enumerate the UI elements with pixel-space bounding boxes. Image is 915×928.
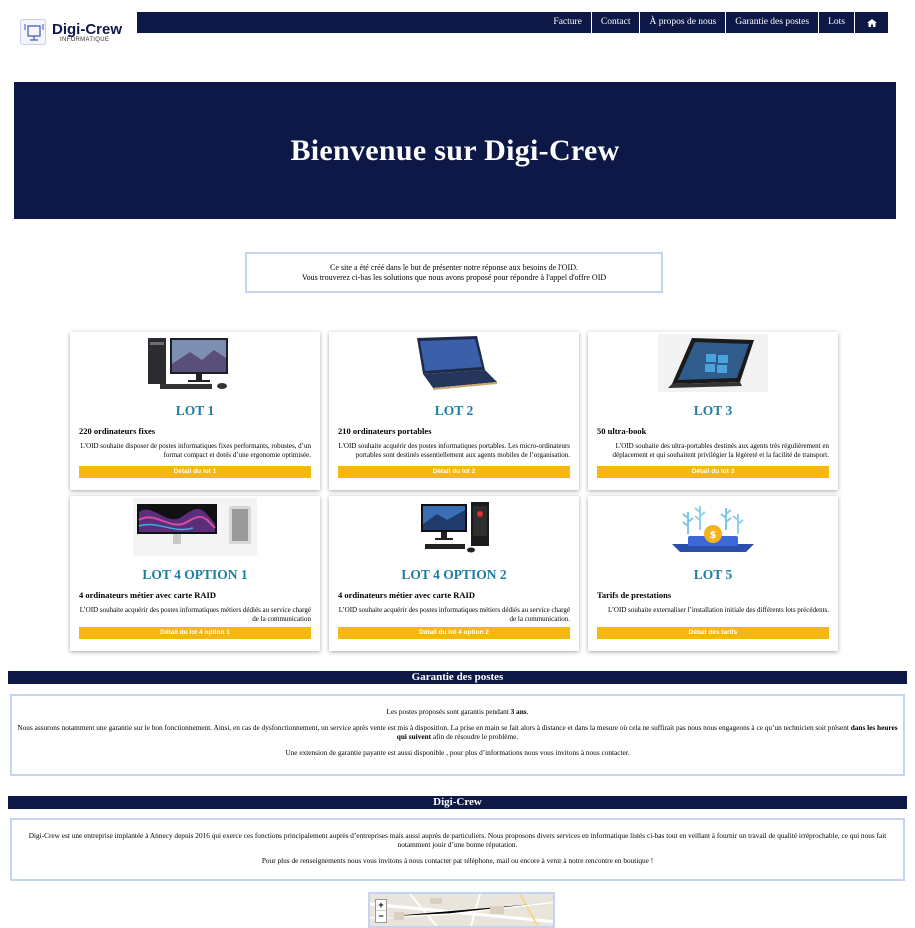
intro-box: Ce site a été créé dans le but de présen… <box>245 252 663 293</box>
lot-card-4: LOT 4 OPTION 1 4 ordinateurs métier avec… <box>70 496 320 651</box>
pricing-image: $ <box>672 506 754 552</box>
workstation-image <box>133 498 257 556</box>
lot-4-option-2-detail-button[interactable]: Détail du lot 4 option 2 <box>338 627 570 639</box>
lot-title: LOT 3 <box>693 403 733 418</box>
lot-card-6: $ LOT 5 Tarifs de prestations L’OID souh… <box>588 496 838 651</box>
logo-icon <box>20 19 46 45</box>
lot-description: L'OID souhaite acquérir des postes infor… <box>338 442 570 459</box>
about-paragraph-2: Pour plus de renseignements nous vous in… <box>261 856 654 865</box>
lot-card-5: LOT 4 OPTION 2 4 ordinateurs métier avec… <box>329 496 579 651</box>
lot-2-detail-button[interactable]: Détail du lot 2 <box>338 466 570 478</box>
lot-3-detail-button[interactable]: Détail du lot 3 <box>597 466 829 478</box>
lot-card-2: LOT 2 210 ordinateurs portables L'OID so… <box>329 332 579 490</box>
map-tiles <box>370 894 553 926</box>
nav-item-garantie[interactable]: Garantie des postes <box>725 12 818 33</box>
zoom-in-button[interactable]: + <box>376 900 386 911</box>
main-navbar: Facture Contact À propos de nous Garanti… <box>137 12 888 33</box>
ultrabook-image <box>658 334 768 392</box>
lot-subtitle: 4 ordinateurs métier avec carte RAID <box>79 590 216 600</box>
desktop-computer-image <box>148 338 228 389</box>
location-map[interactable]: + − <box>368 892 555 928</box>
brand-name: Digi-Crew <box>52 20 123 38</box>
hero-banner: Bienvenue sur Digi-Crew <box>14 82 896 219</box>
lot-description: L'OID souhaite disposer de postes inform… <box>80 442 311 459</box>
lot-subtitle: 50 ultra-book <box>597 426 647 436</box>
nav-item-lots[interactable]: Lots <box>818 12 854 33</box>
hero-title: Bienvenue sur Digi-Crew <box>290 133 620 167</box>
lot-title: LOT 4 OPTION 1 <box>142 567 248 582</box>
lot-title: LOT 1 <box>175 403 215 418</box>
lot-card-3: LOT 3 50 ultra-book L'OID souhaite des u… <box>588 332 838 490</box>
garantie-paragraph-1: Les postes proposés sont garantis pendan… <box>386 707 529 716</box>
lot-4-option-1-detail-button[interactable]: Détail du lot 4 option 1 <box>79 627 311 639</box>
home-icon[interactable] <box>854 12 888 33</box>
about-paragraph-1: Digi-Crew est une entreprise implantée à… <box>28 831 887 849</box>
lot-description: L’OID souhaite acquérir des postes infor… <box>338 606 570 623</box>
lot-subtitle: 220 ordinateurs fixes <box>79 426 156 436</box>
intro-line-1: Ce site a été créé dans le but de présen… <box>329 263 578 272</box>
lot-description: L'OID souhaite des ultra-portables desti… <box>612 442 829 459</box>
garantie-paragraph-2: Nous assurons notamment une garantie sur… <box>17 723 898 741</box>
nav-item-contact[interactable]: Contact <box>590 12 640 33</box>
lot-title: LOT 5 <box>693 567 733 582</box>
lot-card-1: LOT 1 220 ordinateurs fixes L'OID souhai… <box>70 332 320 490</box>
svg-text:$: $ <box>710 530 717 541</box>
garantie-header: Garantie des postes <box>8 671 907 684</box>
map-zoom-control: + − <box>375 899 387 923</box>
lot-description: L’OID souhaite acquérir des postes infor… <box>79 606 311 623</box>
zoom-out-button[interactable]: − <box>376 911 386 922</box>
lot-subtitle: 4 ordinateurs métier avec carte RAID <box>338 590 475 600</box>
lot-subtitle: 210 ordinateurs portables <box>338 426 432 436</box>
lot-title: LOT 4 OPTION 2 <box>401 567 507 582</box>
garantie-paragraph-3: Une extension de garantie payante est au… <box>285 748 630 757</box>
about-header: Digi-Crew <box>8 796 907 809</box>
lot-description: L’OID souhaite externaliser l’installati… <box>607 606 829 614</box>
lot-subtitle: Tarifs de prestations <box>597 590 672 600</box>
intro-line-2: Vous trouverez ci-bas les solutions que … <box>301 273 607 282</box>
garantie-box: Les postes proposés sont garantis pendan… <box>10 694 905 776</box>
brand-logo[interactable]: Digi-Crew INFORMATIQUE <box>20 18 135 46</box>
lot-1-detail-button[interactable]: Détail du lot 1 <box>79 466 311 478</box>
lot-5-detail-button[interactable]: Détail des tarifs <box>597 627 829 639</box>
gaming-pc-image <box>421 502 489 553</box>
lot-title: LOT 2 <box>434 403 474 418</box>
nav-item-a-propos[interactable]: À propos de nous <box>639 12 725 33</box>
nav-item-facture[interactable]: Facture <box>544 12 591 33</box>
laptop-image <box>417 336 497 390</box>
about-box: Digi-Crew est une entreprise implantée à… <box>10 818 905 881</box>
